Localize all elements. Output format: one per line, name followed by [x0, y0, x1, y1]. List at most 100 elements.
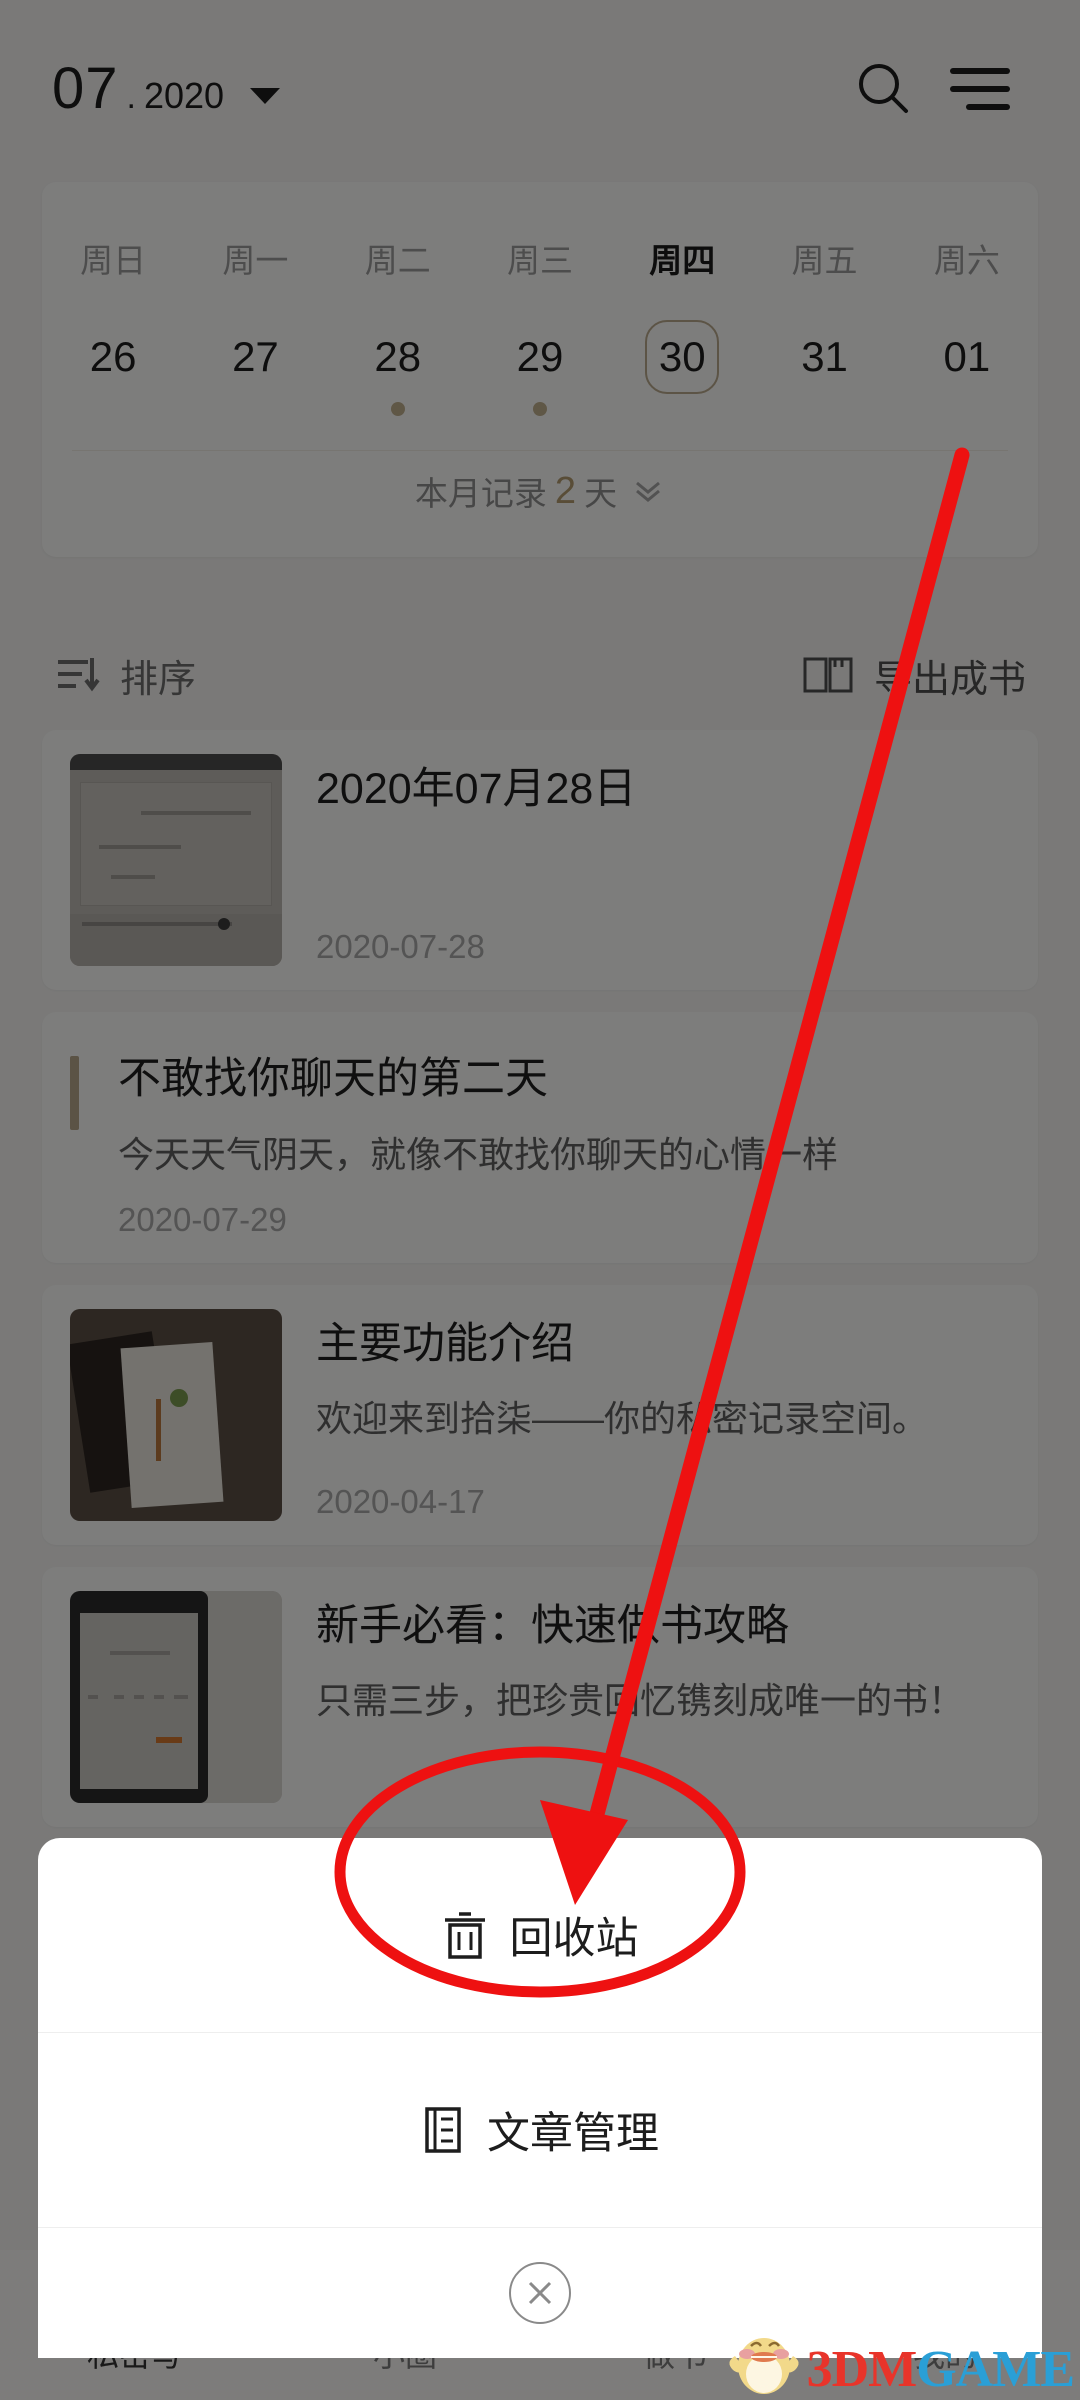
thumbnail-art-photo-books	[70, 1308, 282, 1521]
entry-date: 2020-07-28	[316, 928, 485, 965]
month-year-selector[interactable]: 07 . 2020	[52, 56, 281, 121]
weekday-label: 周五	[791, 242, 858, 279]
export-label: 导出成书	[873, 658, 1026, 701]
day-number: 26	[89, 333, 137, 380]
day-number: 29	[516, 333, 564, 380]
calendar-weekday-cell: 周三	[469, 234, 611, 282]
header-separator: .	[126, 78, 136, 116]
entry-dot	[390, 402, 405, 416]
header-month: 07	[52, 56, 119, 121]
calendar-day-row: 26 27 28 29 30 31 01	[42, 320, 1038, 394]
thumbnail-art-phone-screenshot	[70, 1590, 282, 1803]
entry-title: 新手必看：快速做书攻略	[316, 1601, 789, 1650]
entry-description: 欢迎来到拾柒——你的私密记录空间。	[316, 1398, 929, 1440]
day-number: 28	[374, 333, 422, 380]
watermark-text-game: GAME	[916, 2341, 1075, 2398]
summary-suffix: 天	[584, 475, 618, 512]
document-list-icon	[425, 2107, 461, 2153]
calendar-weekday-cell: 周五	[753, 234, 895, 282]
day-number-selected: 30	[645, 320, 720, 394]
calendar-day-cell[interactable]: 26	[42, 320, 184, 394]
calendar-card: 周日 周一 周二 周三 周四 周五 周六 26 27 28 29 30 31 0…	[42, 182, 1038, 557]
day-number: 27	[232, 333, 279, 380]
search-icon	[859, 64, 908, 113]
summary-prefix: 本月记录	[414, 475, 547, 512]
calendar-entry-dot-row	[42, 402, 1038, 424]
weekday-label: 周一	[222, 242, 289, 279]
weekday-label: 周二	[364, 242, 431, 279]
summary-count: 2	[554, 469, 577, 512]
calendar-day-cell[interactable]: 27	[184, 320, 326, 394]
action-sheet-item-label: 回收站	[509, 1915, 639, 1963]
dot-slot	[469, 402, 611, 424]
menu-button[interactable]	[932, 41, 1028, 137]
day-number: 01	[943, 333, 991, 380]
dot-slot	[184, 402, 326, 424]
entry-title: 主要功能介绍	[316, 1319, 574, 1368]
search-button[interactable]	[836, 41, 932, 137]
calendar-weekday-cell: 周四	[611, 234, 753, 282]
day-number: 31	[801, 333, 848, 380]
entry-accent-bar	[70, 1056, 79, 1130]
weekday-label: 周日	[80, 242, 147, 279]
calendar-day-cell[interactable]: 01	[896, 320, 1038, 394]
yellow-duck-mascot-icon	[729, 2338, 799, 2394]
close-circle-icon[interactable]	[509, 2262, 571, 2324]
entry-title: 不敢找你聊天的第二天	[118, 1055, 548, 1103]
weekday-label: 周六	[933, 242, 1000, 279]
entry-card[interactable]: 不敢找你聊天的第二天 今天天气阴天，就像不敢找你聊天的心情一样 2020-07-…	[42, 1012, 1038, 1263]
action-sheet: 回收站 文章管理	[38, 1838, 1042, 2358]
entry-thumbnail	[70, 1308, 282, 1521]
dot-slot	[611, 402, 753, 424]
calendar-day-cell[interactable]: 29	[469, 320, 611, 394]
calendar-day-cell[interactable]: 31	[753, 320, 895, 394]
entry-card[interactable]: 新手必看：快速做书攻略 只需三步，把珍贵回忆镌刻成唯一的书！	[42, 1566, 1038, 1827]
entry-description: 只需三步，把珍贵回忆镌刻成唯一的书！	[316, 1680, 965, 1722]
action-sheet-item-article-management[interactable]: 文章管理	[38, 2033, 1042, 2227]
trash-can-icon	[444, 1912, 485, 1959]
export-book-button[interactable]: 导出成书	[802, 648, 1026, 703]
sort-label: 排序	[120, 658, 197, 701]
hamburger-menu-icon	[950, 68, 1010, 110]
entry-card[interactable]: 主要功能介绍 欢迎来到拾柒——你的私密记录空间。 2020-04-17	[42, 1284, 1038, 1545]
chevron-double-down-icon	[636, 481, 661, 502]
list-toolbar: 排序 导出成书	[42, 620, 1038, 730]
sort-button[interactable]: 排序	[54, 648, 196, 703]
calendar-weekday-cell: 周二	[327, 234, 469, 282]
chevron-down-icon	[250, 88, 281, 104]
dot-slot	[753, 402, 895, 424]
entry-body: 新手必看：快速做书攻略 只需三步，把珍贵回忆镌刻成唯一的书！	[316, 1591, 1010, 1803]
header-year: 2020	[143, 75, 225, 116]
dot-slot	[896, 402, 1038, 424]
calendar-weekday-cell: 周一	[184, 234, 326, 282]
calendar-day-cell[interactable]: 28	[327, 320, 469, 394]
entry-description: 今天天气阴天，就像不敢找你聊天的心情一样	[118, 1133, 839, 1175]
calendar-weekday-cell: 周日	[42, 234, 184, 282]
entry-body: 2020年07月28日 2020-07-28	[316, 754, 1010, 966]
dot-slot	[42, 402, 184, 424]
sort-descending-icon	[58, 658, 100, 692]
entry-thumbnail	[70, 754, 282, 966]
screen-root: 07 . 2020 周日 周一 周二 周三 周四 周五 周六 26 27 28 …	[0, 0, 1080, 2400]
action-sheet-item-label: 文章管理	[487, 2110, 659, 2158]
entry-list: 2020年07月28日 2020-07-28 不敢找你聊天的第二天 今天天气阴天…	[42, 730, 1038, 1849]
entry-date: 2020-04-17	[316, 1482, 485, 1520]
action-sheet-item-recycle-bin[interactable]: 回收站	[38, 1838, 1042, 2032]
entry-body: 主要功能介绍 欢迎来到拾柒——你的私密记录空间。 2020-04-17	[316, 1309, 1010, 1521]
entry-title: 2020年07月28日	[316, 765, 637, 813]
app-header: 07 . 2020	[0, 0, 1080, 178]
month-record-summary[interactable]: 本月记录 2 天	[42, 467, 1038, 515]
watermark-text-3dm: 3DM	[806, 2341, 918, 2398]
entry-date: 2020-07-29	[118, 1200, 287, 1238]
open-book-icon	[803, 657, 853, 693]
calendar-weekday-row: 周日 周一 周二 周三 周四 周五 周六	[42, 234, 1038, 282]
entry-card[interactable]: 2020年07月28日 2020-07-28	[42, 730, 1038, 990]
calendar-divider	[72, 450, 1008, 451]
entry-thumbnail	[70, 1590, 282, 1803]
calendar-weekday-cell: 周六	[896, 234, 1038, 282]
weekday-label: 周三	[506, 242, 573, 279]
thumbnail-art-tablet-screenshot	[70, 754, 282, 966]
calendar-day-cell-selected[interactable]: 30	[611, 320, 753, 394]
watermark: 3DM GAME	[721, 2304, 1075, 2398]
close-x-icon	[528, 2281, 552, 2305]
